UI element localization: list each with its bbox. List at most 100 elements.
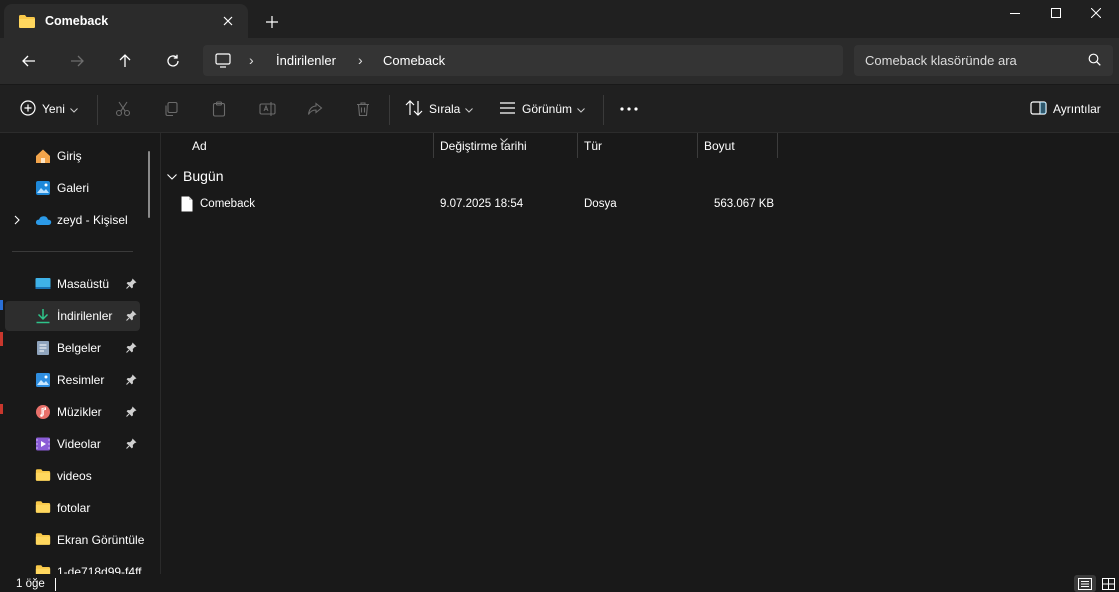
view-button[interactable]: Görünüm	[499, 95, 585, 123]
plus-icon[interactable]	[258, 8, 286, 36]
minimize-icon[interactable]	[992, 0, 1038, 26]
sidebar-item-videos[interactable]: Videolar	[5, 429, 140, 459]
details-view-icon[interactable]	[1074, 575, 1096, 592]
plus-circle-icon	[20, 99, 36, 119]
column-header-label: Ad	[192, 139, 207, 153]
sidebar-item-gallery[interactable]: Galeri	[5, 173, 140, 203]
sidebar-item-folder-1-de718d99[interactable]: 1-de718d99-f4ff	[5, 557, 142, 574]
title-bar: Comeback	[0, 0, 1119, 38]
pin-icon[interactable]	[126, 438, 137, 452]
folder-icon	[35, 500, 51, 516]
sidebar-item-label: İndirilenler	[57, 309, 113, 323]
sort-button[interactable]: Sırala	[405, 95, 474, 123]
copy-icon[interactable]	[159, 97, 183, 121]
share-icon[interactable]	[303, 97, 327, 121]
gallery-icon	[35, 180, 51, 196]
sidebar-item-folder-fotolar[interactable]: fotolar	[5, 493, 140, 523]
sidebar-item-label: Resimler	[57, 373, 105, 387]
column-header-modified[interactable]: Değiştirme tarihi	[434, 133, 577, 158]
column-resize-handle[interactable]	[777, 133, 778, 158]
sidebar-item-label: Müzikler	[57, 405, 102, 419]
close-icon[interactable]	[216, 9, 240, 33]
details-button-label: Ayrıntılar	[1053, 102, 1101, 116]
arrow-left-icon[interactable]	[14, 47, 44, 75]
column-header-name[interactable]: Ad	[161, 133, 433, 158]
onedrive-icon	[35, 212, 52, 228]
file-list[interactable]: Ad Değiştirme tarihi Tür Boyut Bugün Com…	[161, 133, 1119, 574]
search-box[interactable]	[854, 45, 1113, 76]
pin-icon[interactable]	[126, 278, 137, 292]
pin-icon[interactable]	[126, 310, 137, 324]
paste-icon[interactable]	[207, 97, 231, 121]
search-icon[interactable]	[1088, 53, 1101, 69]
chevron-down-icon	[577, 102, 585, 116]
document-icon	[35, 340, 51, 356]
breadcrumb[interactable]: › İndirilenler › Comeback	[203, 45, 843, 76]
sidebar-item-documents[interactable]: Belgeler	[5, 333, 140, 363]
details-button[interactable]: Ayrıntılar	[1030, 95, 1101, 123]
sidebar-item-desktop[interactable]: Masaüstü	[5, 269, 140, 299]
new-button-label: Yeni	[42, 102, 65, 116]
sidebar-item-label: 1-de718d99-f4ff	[57, 565, 142, 574]
more-icon[interactable]	[617, 97, 641, 121]
chevron-right-icon[interactable]: ›	[249, 52, 254, 68]
desktop-icon	[35, 276, 51, 292]
sidebar-item-pictures[interactable]: Resimler	[5, 365, 140, 395]
refresh-icon[interactable]	[158, 47, 188, 75]
chevron-down-icon	[70, 102, 78, 116]
rename-icon[interactable]	[255, 97, 279, 121]
sidebar-item-label: zeyd - Kişisel	[57, 213, 128, 227]
column-header-label: Değiştirme tarihi	[440, 139, 527, 153]
sidebar-item-downloads[interactable]: İndirilenler	[5, 301, 140, 331]
sidebar-item-music[interactable]: Müzikler	[5, 397, 140, 427]
pin-icon[interactable]	[126, 406, 137, 420]
sidebar-item-folder-videos[interactable]: videos	[5, 461, 140, 491]
arrow-right-icon[interactable]	[62, 47, 92, 75]
background-window-edge	[0, 404, 3, 414]
view-button-label: Görünüm	[522, 102, 573, 116]
new-button[interactable]: Yeni	[20, 95, 78, 123]
pin-icon[interactable]	[126, 374, 137, 388]
navigation-pane[interactable]: Giriş Galeri zeyd - Kişisel Masaüstü İnd…	[0, 133, 160, 574]
divider	[97, 95, 98, 125]
sidebar-item-folder-screenshots[interactable]: Ekran Görüntüle	[5, 525, 144, 555]
folder-icon	[35, 564, 51, 574]
pin-icon[interactable]	[126, 342, 137, 356]
home-icon	[35, 148, 51, 164]
divider	[12, 251, 133, 252]
column-header-type[interactable]: Tür	[578, 133, 697, 158]
table-row[interactable]: Comeback 9.07.2025 18:54 Dosya 563.067 K…	[167, 192, 779, 216]
breadcrumb-item-comeback[interactable]: Comeback	[383, 53, 445, 68]
sidebar-item-home[interactable]: Giriş	[5, 141, 140, 171]
delete-icon[interactable]	[351, 97, 375, 121]
sidebar-item-label: videos	[57, 469, 92, 483]
column-header-size[interactable]: Boyut	[698, 133, 777, 158]
file-icon	[181, 196, 193, 215]
chevron-right-icon[interactable]: ›	[358, 52, 363, 68]
window-close-icon[interactable]	[1073, 0, 1119, 26]
chevron-right-icon[interactable]	[14, 214, 20, 228]
group-header-today[interactable]: Bugün	[167, 168, 223, 184]
arrow-up-icon[interactable]	[110, 47, 140, 75]
scrollbar[interactable]	[148, 151, 150, 218]
cut-icon[interactable]	[111, 97, 135, 121]
file-size: 563.067 KB	[714, 198, 775, 210]
tiles-view-icon[interactable]	[1097, 575, 1119, 592]
status-bar: 1 öğe	[0, 574, 1119, 592]
details-pane-icon	[1030, 100, 1047, 118]
computer-icon[interactable]	[215, 53, 231, 71]
chevron-down-icon[interactable]	[167, 169, 177, 183]
file-type: Dosya	[584, 198, 617, 210]
folder-icon	[35, 468, 51, 484]
video-icon	[35, 436, 51, 452]
search-input[interactable]	[854, 45, 1084, 76]
tab-comeback[interactable]: Comeback	[4, 4, 248, 38]
item-count: 1 öğe	[16, 578, 45, 590]
background-window-edge	[0, 300, 3, 310]
column-header-label: Boyut	[704, 139, 735, 153]
sidebar-item-onedrive[interactable]: zeyd - Kişisel	[5, 205, 140, 235]
breadcrumb-item-downloads[interactable]: İndirilenler	[276, 53, 336, 68]
chevron-down-icon	[465, 102, 474, 116]
file-name[interactable]: Comeback	[200, 198, 255, 210]
status-divider	[55, 578, 56, 591]
